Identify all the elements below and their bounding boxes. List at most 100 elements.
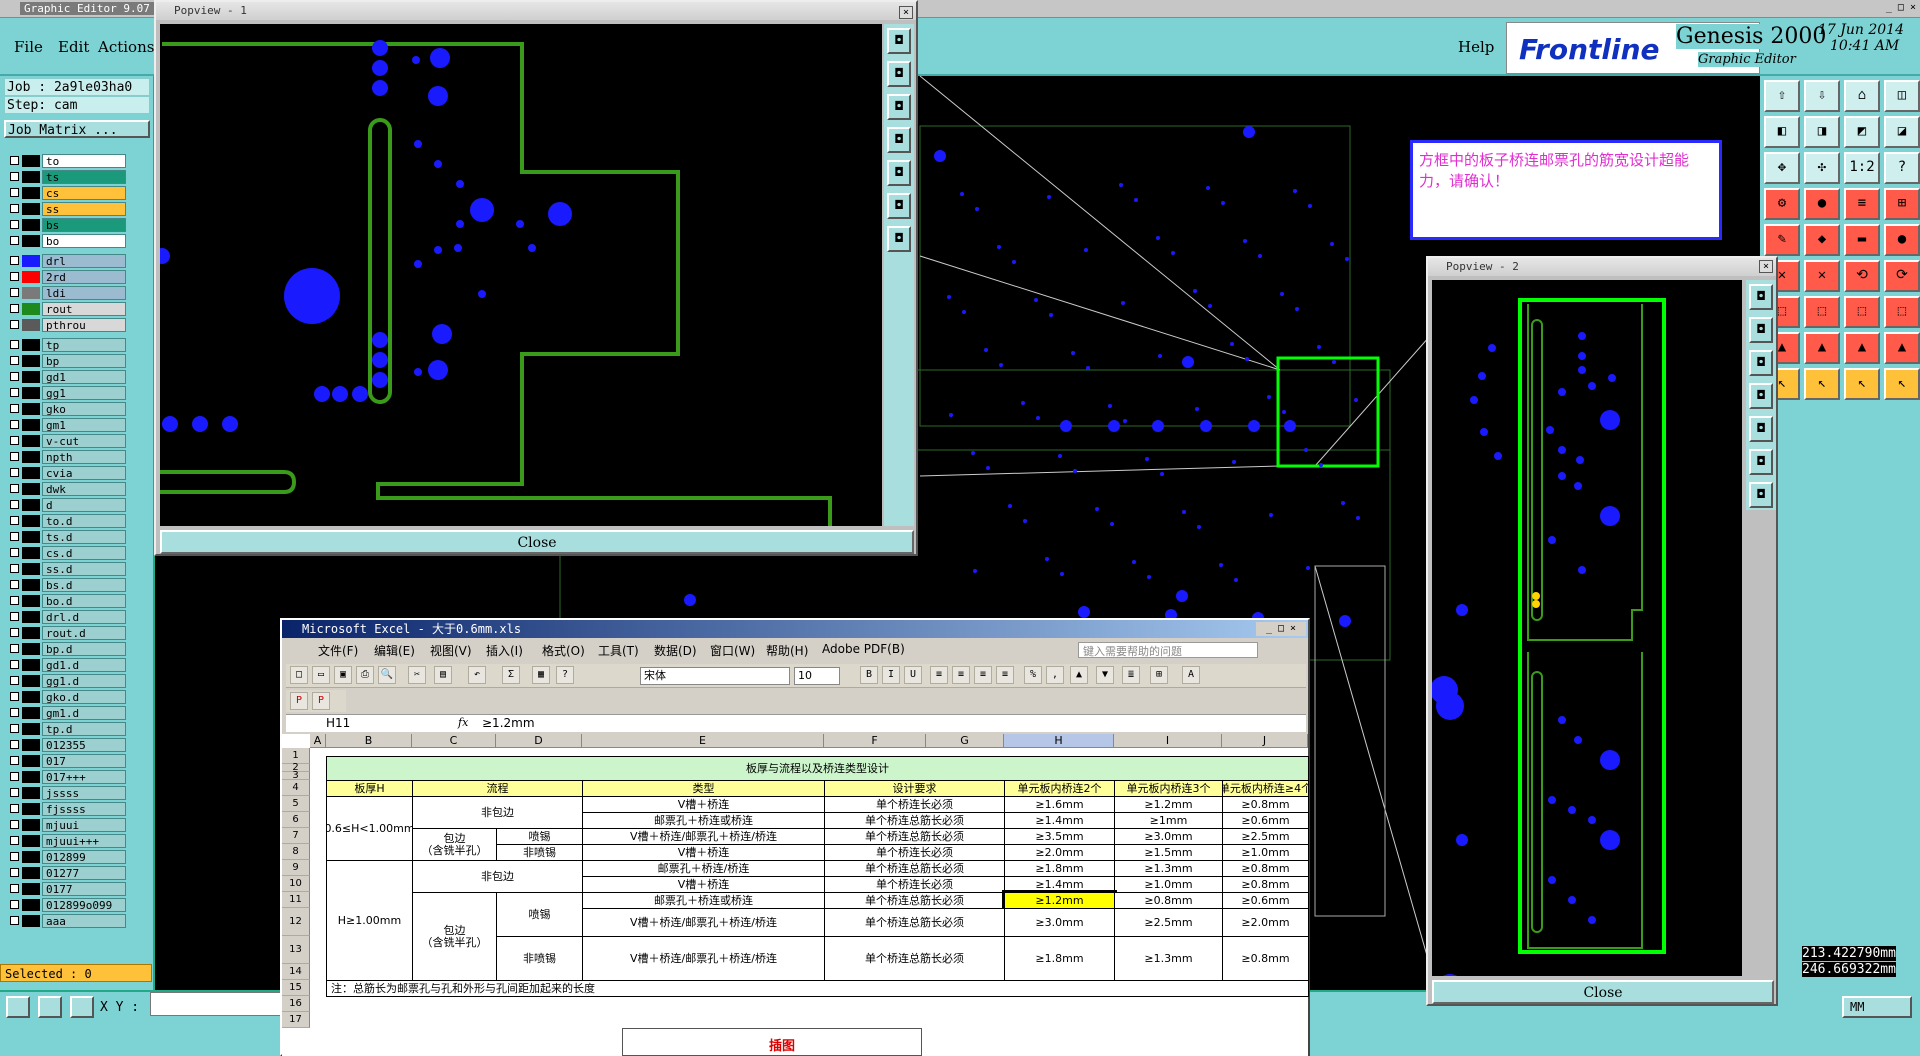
- toolbar-icon[interactable]: ≡: [930, 666, 948, 684]
- toolbar-icon[interactable]: 🔍: [378, 666, 396, 684]
- table-cell[interactable]: ≥1.4mm: [1004, 876, 1115, 893]
- row-header[interactable]: 8: [282, 844, 310, 860]
- excel-menu-item[interactable]: 帮助(H): [766, 642, 808, 659]
- menu-actions[interactable]: Actions: [98, 38, 154, 56]
- toolbar-icon[interactable]: ▼: [1096, 666, 1114, 684]
- tool-button-icon[interactable]: ◧: [1764, 116, 1800, 148]
- table-cell[interactable]: 注：总筋长为邮票孔与孔和外形与孔间距加起来的长度: [326, 980, 1309, 997]
- table-cell[interactable]: V槽＋桥连: [582, 844, 825, 861]
- row-header[interactable]: 10: [282, 876, 310, 892]
- row-header[interactable]: 16: [282, 996, 310, 1012]
- table-cell[interactable]: V槽＋桥连/邮票孔＋桥连/桥连: [582, 828, 825, 845]
- excel-menu-item[interactable]: 格式(O): [542, 642, 585, 659]
- toolbar-icon[interactable]: □: [290, 666, 308, 684]
- table-cell[interactable]: 单个桥连总筋长必须: [824, 892, 1005, 909]
- excel-menu-item[interactable]: 工具(T): [598, 642, 639, 659]
- view-tool-icon[interactable]: ◘: [887, 94, 911, 120]
- tool-button-icon[interactable]: ≡: [1844, 188, 1880, 220]
- excel-menu-item[interactable]: 插入(I): [486, 642, 523, 659]
- table-cell[interactable]: ≥0.6mm: [1222, 892, 1309, 909]
- spreadsheet-grid[interactable]: A B C D E F G H I J 1 2 3 4 5 6 7 8 9 10 11 12 13 14 15 16 17 板厚与流程…: [282, 734, 1309, 1056]
- view-tool-icon[interactable]: ◘: [887, 28, 911, 54]
- table-cell[interactable]: 板厚与流程以及桥连类型设计: [326, 756, 1309, 781]
- units-select[interactable]: MM: [1842, 996, 1912, 1018]
- table-cell[interactable]: ≥2.0mm: [1222, 908, 1309, 937]
- tool-button-icon[interactable]: ✕: [1804, 260, 1840, 292]
- toolbar-icon[interactable]: ↶: [468, 666, 486, 684]
- grid-icon[interactable]: [70, 996, 94, 1018]
- column-header[interactable]: D: [496, 734, 582, 748]
- tool-button-icon[interactable]: ⬚: [1804, 296, 1840, 328]
- tool-button-icon[interactable]: ⚙: [1764, 188, 1800, 220]
- font-name-select[interactable]: 宋体: [640, 667, 790, 685]
- toolbar-icon[interactable]: ≡: [952, 666, 970, 684]
- column-header[interactable]: G: [926, 734, 1004, 748]
- toolbar-icon[interactable]: ≡: [996, 666, 1014, 684]
- view-tool-icon[interactable]: ◘: [887, 160, 911, 186]
- column-header[interactable]: A: [310, 734, 326, 748]
- column-header[interactable]: C: [412, 734, 496, 748]
- table-cell[interactable]: 单元板内桥连2个: [1004, 780, 1115, 797]
- row-header[interactable]: 3: [282, 771, 310, 781]
- table-cell[interactable]: 非喷锡: [496, 844, 583, 861]
- column-header[interactable]: J: [1222, 734, 1308, 748]
- column-header[interactable]: B: [326, 734, 412, 748]
- excel-menu-item[interactable]: 编辑(E): [374, 642, 415, 659]
- toolbar-icon[interactable]: ,: [1046, 666, 1064, 684]
- toolbar-icon[interactable]: ▲: [1070, 666, 1088, 684]
- tool-button-icon[interactable]: ◨: [1804, 116, 1840, 148]
- toolbar-icon[interactable]: A: [1182, 666, 1200, 684]
- table-cell[interactable]: ≥3.5mm: [1004, 828, 1115, 845]
- view-tool-icon[interactable]: ◘: [887, 226, 911, 252]
- tool-button-icon[interactable]: ⟲: [1844, 260, 1880, 292]
- tool-button-icon[interactable]: ●: [1884, 224, 1920, 256]
- view-tool-icon[interactable]: ◘: [887, 61, 911, 87]
- toolbar-icon[interactable]: ▤: [434, 666, 452, 684]
- excel-menu-item[interactable]: 窗口(W): [710, 642, 755, 659]
- tool-button-icon[interactable]: ●: [1804, 188, 1840, 220]
- toolbar-icon[interactable]: ▦: [532, 666, 550, 684]
- table-cell[interactable]: ≥0.8mm: [1114, 892, 1223, 909]
- column-header[interactable]: I: [1114, 734, 1222, 748]
- row-header[interactable]: 5: [282, 796, 310, 812]
- tool-button-icon[interactable]: ◩: [1844, 116, 1880, 148]
- close-icon[interactable]: ×: [1759, 260, 1773, 273]
- toolbar-icon[interactable]: Σ: [502, 666, 520, 684]
- view-tool-icon[interactable]: ◘: [1749, 416, 1773, 442]
- table-cell[interactable]: 类型: [582, 780, 825, 797]
- popview-1-canvas[interactable]: [160, 24, 882, 526]
- table-cell[interactable]: 单个桥连总筋长必须: [824, 936, 1005, 981]
- view-tool-icon[interactable]: ◘: [1749, 383, 1773, 409]
- table-cell[interactable]: 设计要求: [824, 780, 1005, 797]
- tool-button-icon[interactable]: ?: [1884, 152, 1920, 184]
- table-cell[interactable]: ≥1.6mm: [1004, 796, 1115, 813]
- tool-button-icon[interactable]: ⬚: [1844, 296, 1880, 328]
- tool-button-icon[interactable]: ↖: [1844, 368, 1880, 400]
- table-cell[interactable]: 非包边: [412, 796, 583, 829]
- toolbar-icon[interactable]: I: [882, 666, 900, 684]
- table-cell[interactable]: 单个桥连总筋长必须: [824, 860, 1005, 877]
- table-cell[interactable]: ≥3.0mm: [1114, 828, 1223, 845]
- measure-icon[interactable]: [38, 996, 62, 1018]
- pdf-convert-icon[interactable]: P: [290, 692, 308, 710]
- toolbar-icon[interactable]: ▭: [312, 666, 330, 684]
- row-header[interactable]: 4: [282, 780, 310, 796]
- tool-button-icon[interactable]: ✎: [1764, 224, 1800, 256]
- tool-button-icon[interactable]: ⇩: [1804, 80, 1840, 112]
- tool-button-icon[interactable]: ⌂: [1844, 80, 1880, 112]
- table-cell[interactable]: ≥0.8mm: [1222, 936, 1309, 981]
- view-tool-icon[interactable]: ◘: [887, 127, 911, 153]
- table-cell[interactable]: 邮票孔＋桥连或桥连: [582, 812, 825, 829]
- pdf-email-icon[interactable]: P: [312, 692, 330, 710]
- table-cell[interactable]: 非包边: [412, 860, 583, 893]
- table-cell[interactable]: 0.6≤H<1.00mm: [326, 796, 413, 861]
- close-icon[interactable]: ×: [899, 6, 913, 19]
- column-header[interactable]: H: [1004, 734, 1114, 748]
- table-cell[interactable]: ≥1.0mm: [1114, 876, 1223, 893]
- table-cell[interactable]: 单个桥连长必须: [824, 844, 1005, 861]
- table-cell[interactable]: ≥1.3mm: [1114, 860, 1223, 877]
- tool-button-icon[interactable]: ⟳: [1884, 260, 1920, 292]
- popview-2-close-button[interactable]: Close: [1432, 980, 1774, 1004]
- table-cell[interactable]: 单个桥连总筋长必须: [824, 812, 1005, 829]
- table-cell[interactable]: 邮票孔＋桥连/桥连: [582, 860, 825, 877]
